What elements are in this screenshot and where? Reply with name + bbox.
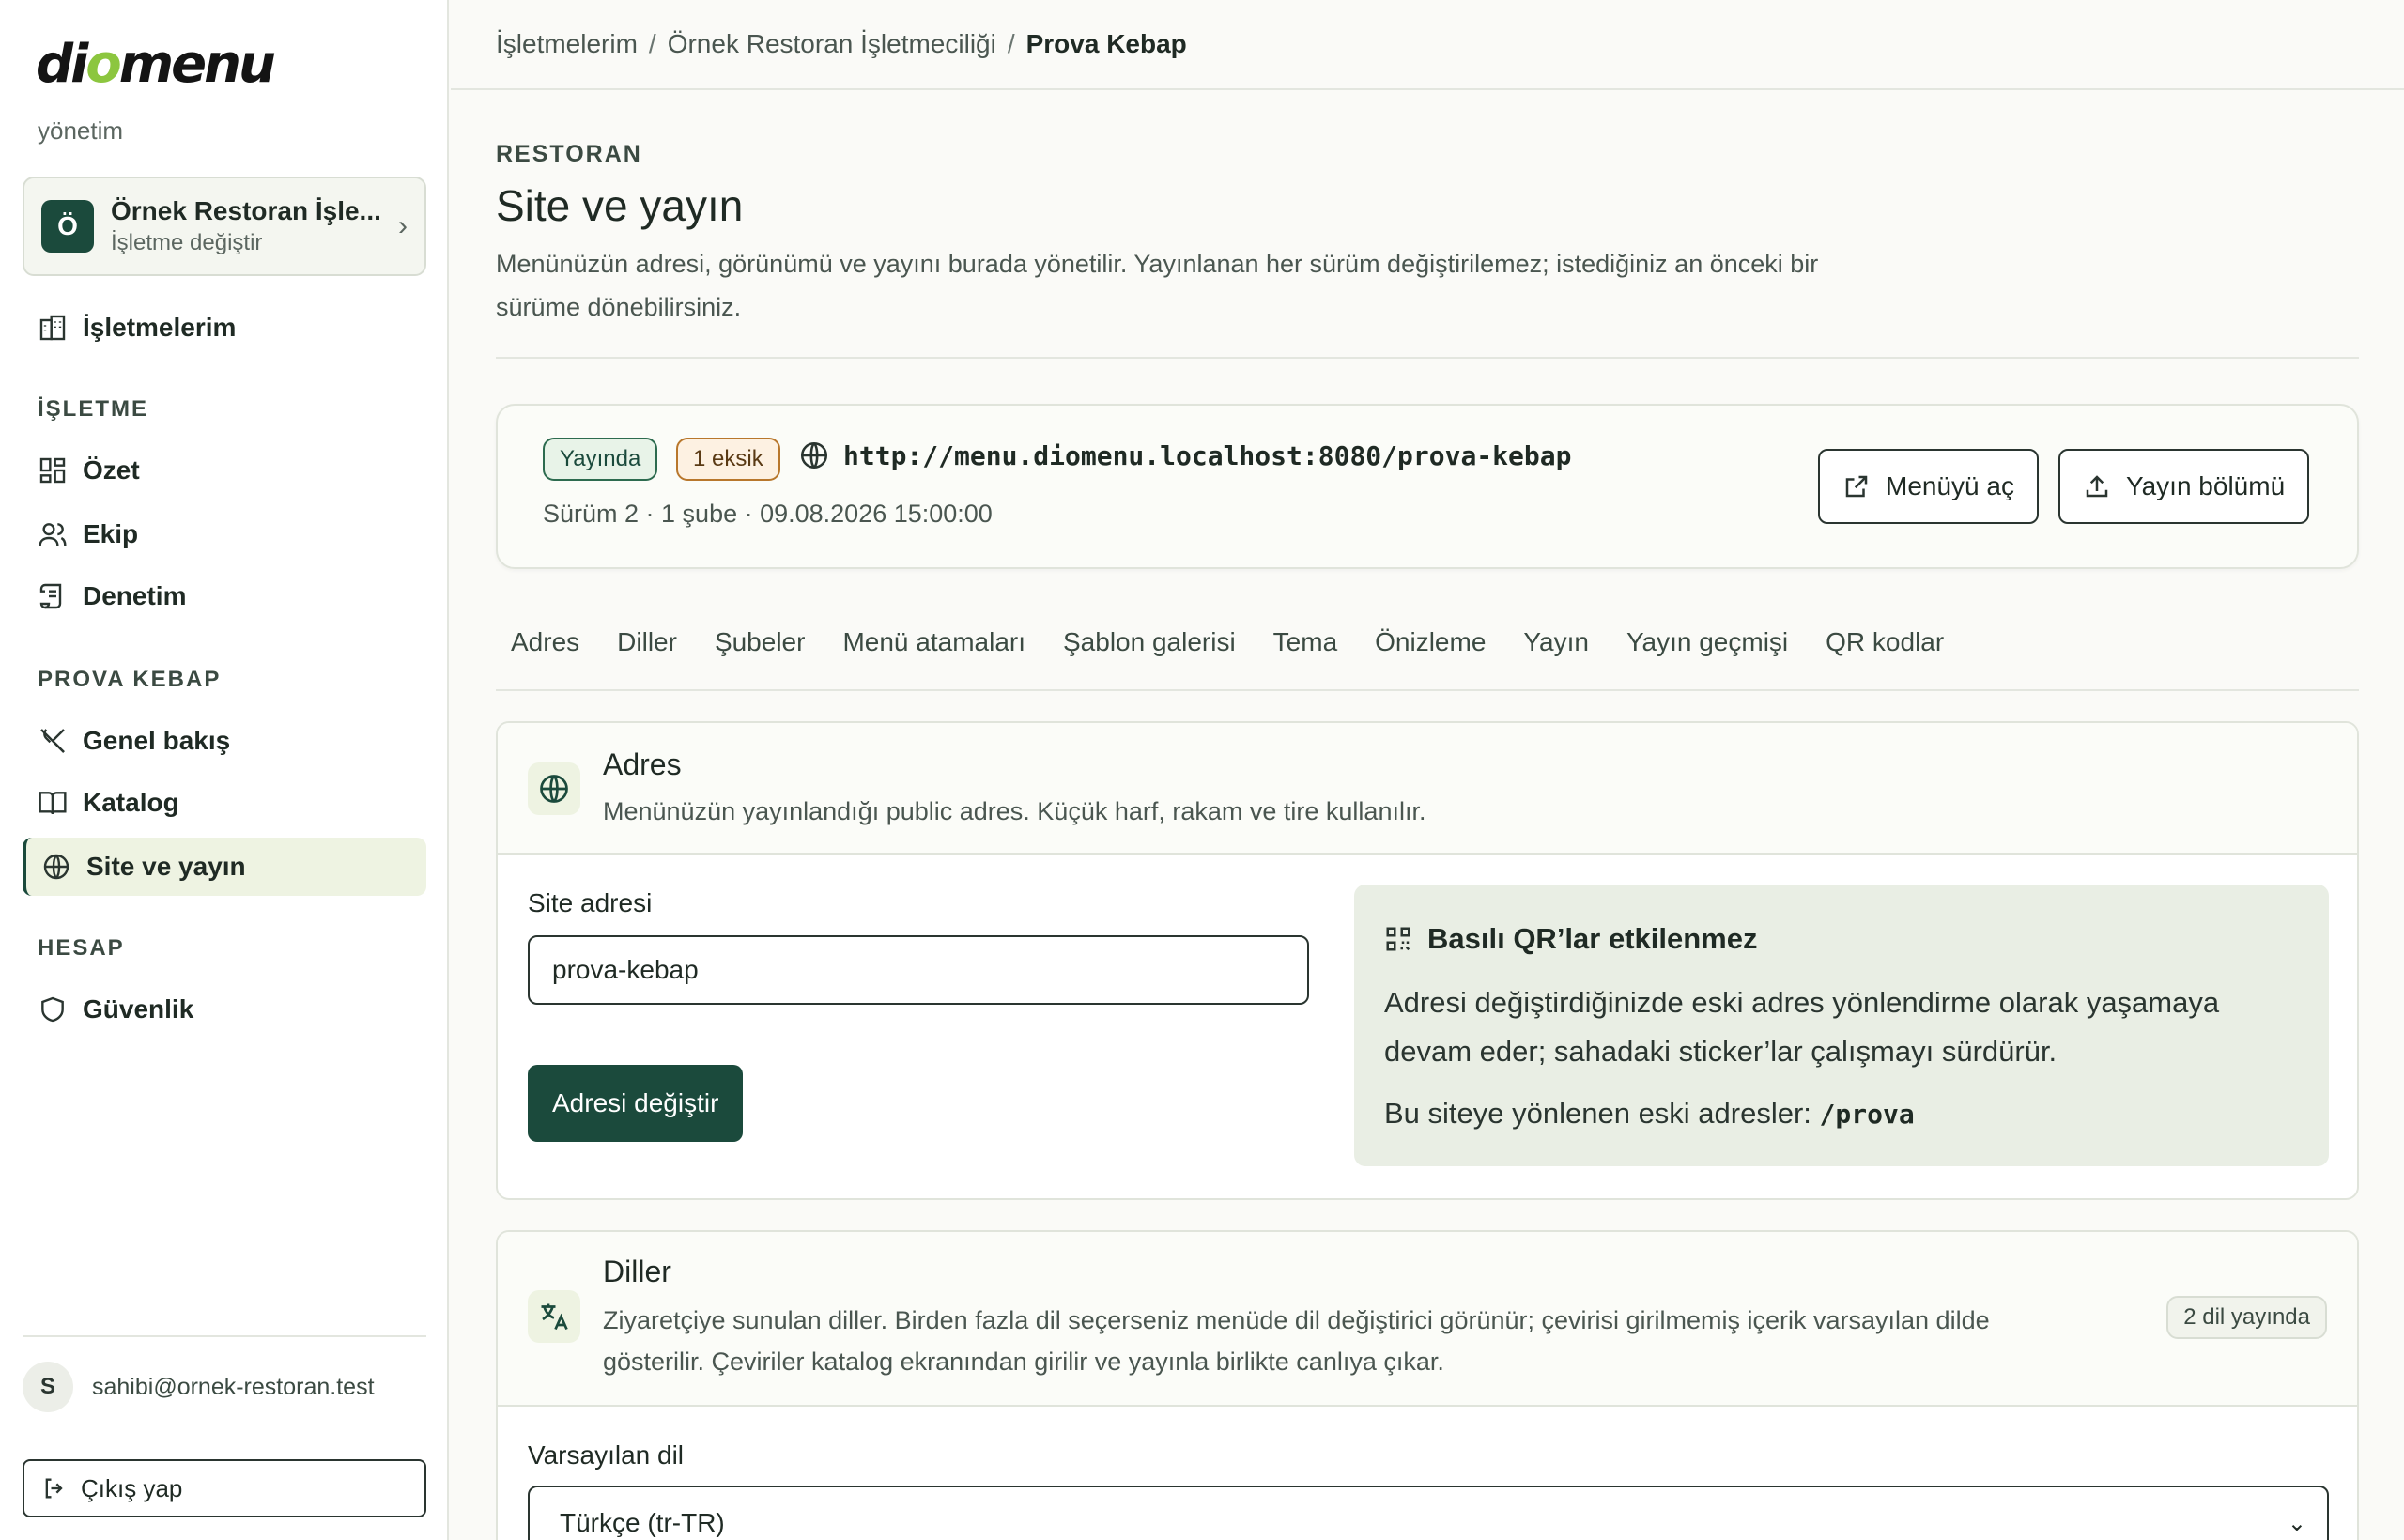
business-switch-label: İşletme değiştir (111, 230, 263, 255)
sidebar-divider (23, 1335, 426, 1337)
sidebar-item-label: Denetim (83, 581, 187, 610)
page-eyebrow: RESTORAN (496, 141, 642, 167)
tab-languages[interactable]: Diller (602, 620, 692, 665)
user-profile: S sahibi@ornek-restoran.test (23, 1362, 375, 1412)
version-meta: Sürüm 2 · 1 şube · 09.08.2026 15:00:00 (543, 500, 993, 528)
diomenu-logo[interactable]: diomenu (36, 34, 276, 95)
page-title: Site ve yayın (496, 181, 744, 230)
address-section: Adres Menünüzün yayınlandığı public adre… (496, 721, 2359, 1200)
qr-info-box: Basılı QR’lar etkilenmez Adresi değiştir… (1354, 885, 2329, 1166)
field-label: Varsayılan dil (528, 1440, 685, 1470)
utensils-icon (40, 729, 65, 753)
sidebar-section-account: HESAP (38, 935, 125, 961)
section-description: Ziyaretçiye sunulan diller. Birden fazla… (603, 1306, 1990, 1376)
tab-template-gallery[interactable]: Şablon galerisi (1048, 620, 1251, 665)
breadcrumb-separator: / (648, 29, 656, 58)
publish-section-button[interactable]: Yayın bölümü (2058, 449, 2310, 524)
sidebar-item-catalog[interactable]: Katalog (23, 774, 426, 832)
shield-icon (41, 996, 64, 1023)
language-count-badge: 2 dil yayında (2166, 1296, 2327, 1339)
globe-icon (800, 441, 828, 470)
logout-icon (45, 1478, 63, 1499)
logo-subtitle: yönetim (38, 116, 124, 145)
user-email: sahibi@ornek-restoran.test (92, 1373, 375, 1400)
qr-code-icon (1386, 927, 1410, 951)
tab-address[interactable]: Adres (496, 620, 594, 665)
business-name: Örnek Restoran İşle... (111, 196, 381, 225)
status-badge-live: Yayında (543, 438, 658, 481)
default-language-select[interactable]: Türkçe (tr-TR) ⌄ (528, 1486, 2329, 1540)
languages-section: Diller Ziyaretçiye sunulan diller. Birde… (496, 1230, 2359, 1540)
page-description: Menünüzün adresi, görünümü ve yayını bur… (496, 250, 1819, 321)
tab-preview[interactable]: Önizleme (1360, 620, 1501, 665)
publish-status-card: Yayında 1 eksik http://menu.diomenu.loca… (496, 404, 2359, 569)
external-link-icon (1845, 475, 1868, 498)
sidebar-item-label: Katalog (83, 788, 179, 817)
section-title: Adres (603, 747, 682, 781)
breadcrumb-current: Prova Kebap (1025, 29, 1187, 58)
field-label: Site adresi (528, 888, 653, 917)
sidebar-item-site-publish[interactable]: Site ve yayın (23, 838, 426, 896)
sidebar-item-overview[interactable]: Genel bakış (23, 712, 426, 770)
translate-icon (541, 1303, 568, 1331)
info-body: Adresi değiştirdiğinizde eski adres yönl… (1384, 986, 2220, 1068)
sidebar-item-label: Özet (83, 455, 140, 485)
users-icon (39, 523, 67, 547)
dashboard-icon (39, 457, 66, 484)
tab-qr-codes[interactable]: QR kodlar (1811, 620, 1959, 665)
sidebar-item-label: İşletmelerim (83, 313, 237, 342)
sidebar-item-businesses[interactable]: İşletmelerim (23, 299, 426, 357)
breadcrumb-separator: / (1007, 29, 1015, 58)
tab-publish[interactable]: Yayın (1508, 620, 1604, 665)
breadcrumb-link-businesses[interactable]: İşletmelerim (496, 29, 638, 59)
sidebar-item-audit[interactable]: Denetim (23, 567, 426, 625)
site-address-input[interactable] (528, 935, 1309, 1005)
redirect-value: /prova (1819, 1099, 1915, 1130)
sidebar-item-summary[interactable]: Özet (23, 441, 426, 500)
tab-theme[interactable]: Tema (1258, 620, 1352, 665)
change-address-button[interactable]: Adresi değiştir (528, 1065, 744, 1142)
sidebar-item-security[interactable]: Güvenlik (23, 980, 426, 1039)
scroll-icon (39, 583, 62, 609)
chevron-down-icon: ⌄ (2287, 1510, 2306, 1536)
tab-publish-history[interactable]: Yayın geçmişi (1611, 620, 1803, 665)
avatar: S (23, 1362, 73, 1412)
business-avatar: Ö (41, 200, 94, 253)
tab-branches[interactable]: Şubeler (700, 620, 821, 665)
upload-icon (2086, 475, 2108, 498)
section-description: Menünüzün yayınlandığı public adres. Küç… (603, 797, 1426, 825)
sidebar-item-label: Ekip (83, 519, 139, 548)
tab-menu-assignments[interactable]: Menü atamaları (827, 620, 1040, 665)
breadcrumb: İşletmelerim / Örnek Restoran İşletmecil… (451, 0, 2404, 90)
status-badge-missing[interactable]: 1 eksik (676, 438, 780, 481)
sidebar-section-business: İŞLETME (38, 396, 149, 422)
sidebar-item-label: Güvenlik (83, 994, 194, 1024)
globe-icon (43, 854, 69, 880)
breadcrumb-link-company[interactable]: Örnek Restoran İşletmeciliği (668, 29, 996, 59)
open-menu-button[interactable]: Menüyü aç (1818, 449, 2039, 524)
globe-icon (540, 775, 568, 803)
redirects-label: Bu siteye yönlenen eski adresler: (1384, 1097, 1811, 1130)
public-url[interactable]: http://menu.diomenu.localhost:8080/prova… (843, 440, 1571, 471)
sidebar-item-team[interactable]: Ekip (23, 505, 426, 563)
sidebar-section-venue: PROVA KEBAP (38, 667, 222, 692)
chevron-right-icon: › (398, 210, 408, 241)
building-icon (39, 315, 66, 341)
sidebar-item-label: Genel bakış (83, 726, 231, 755)
logout-button[interactable]: Çıkış yap (23, 1459, 426, 1517)
section-tabs: Adres Diller Şubeler Menü atamaları Şabl… (496, 620, 2359, 691)
sidebar-item-label: Site ve yayın (86, 852, 246, 881)
header-divider (496, 357, 2359, 359)
book-open-icon (39, 792, 67, 815)
info-title: Basılı QR’lar etkilenmez (1427, 922, 1758, 955)
sidebar: diomenu yönetim Ö Örnek Restoran İşle...… (0, 0, 449, 1540)
business-switcher[interactable]: Ö Örnek Restoran İşle... İşletme değişti… (23, 177, 426, 276)
section-title: Diller (603, 1255, 671, 1288)
